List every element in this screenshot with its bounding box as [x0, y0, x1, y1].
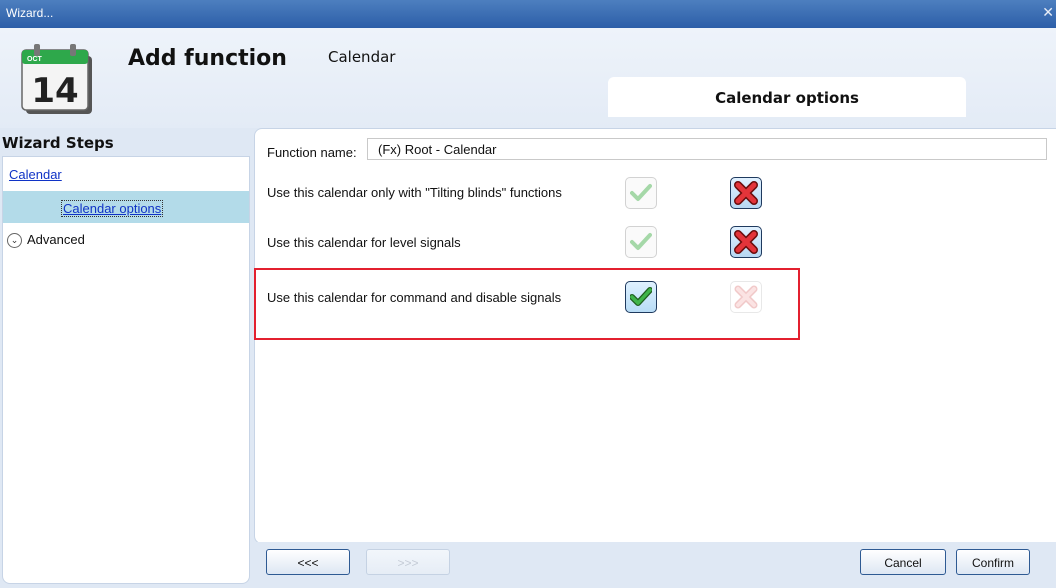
option-label-tilting-blinds: Use this calendar only with "Tilting bli… — [267, 185, 562, 200]
close-icon[interactable]: ✕ — [1042, 4, 1054, 21]
sidebar-item-calendar-options[interactable]: Calendar options — [3, 191, 249, 223]
chevron-down-icon[interactable]: ⌄ — [7, 233, 22, 249]
sidebar-item-label: Advanced — [27, 232, 85, 247]
confirm-button[interactable]: Confirm — [956, 549, 1030, 575]
option-label-level-signals: Use this calendar for level signals — [267, 235, 461, 250]
tab-calendar-options[interactable]: Calendar options — [608, 77, 966, 117]
cancel-button[interactable]: Cancel — [860, 549, 946, 575]
calendar-icon-day: 14 — [31, 71, 78, 111]
wizard-header: OCT 14 Add function Calendar Calendar op… — [0, 28, 1056, 128]
yes-button-tilting-blinds[interactable] — [625, 177, 657, 209]
check-icon — [630, 233, 652, 250]
sidebar-item-calendar[interactable]: Calendar — [9, 167, 62, 182]
window-titlebar: Wizard... ✕ — [0, 0, 1056, 28]
no-button-level-signals[interactable] — [730, 226, 762, 258]
no-button-tilting-blinds[interactable] — [730, 177, 762, 209]
function-name-label: Function name: — [267, 145, 357, 160]
sidebar-item-advanced[interactable]: ⌄ Advanced — [7, 232, 85, 249]
cross-icon — [734, 230, 758, 254]
wizard-steps-title: Wizard Steps — [2, 134, 114, 152]
page-title: Add function — [128, 46, 287, 71]
previous-button[interactable]: <<< — [266, 549, 350, 575]
page-subtitle: Calendar — [328, 48, 396, 66]
highlight-box — [254, 268, 800, 340]
check-icon — [630, 184, 652, 201]
calendar-icon: OCT 14 — [21, 44, 92, 114]
next-button[interactable]: >>> — [366, 549, 450, 575]
yes-button-level-signals[interactable] — [625, 226, 657, 258]
function-name-field[interactable]: (Fx) Root - Calendar — [367, 138, 1047, 160]
sidebar-item-label: Calendar options — [61, 200, 164, 217]
wizard-footer: <<< >>> Cancel Confirm — [254, 542, 1056, 588]
window-title: Wizard... — [6, 6, 54, 20]
cross-icon — [734, 181, 758, 205]
calendar-icon-month: OCT — [27, 56, 43, 63]
wizard-steps-sidebar: Calendar Calendar options ⌄ Advanced — [2, 156, 250, 584]
